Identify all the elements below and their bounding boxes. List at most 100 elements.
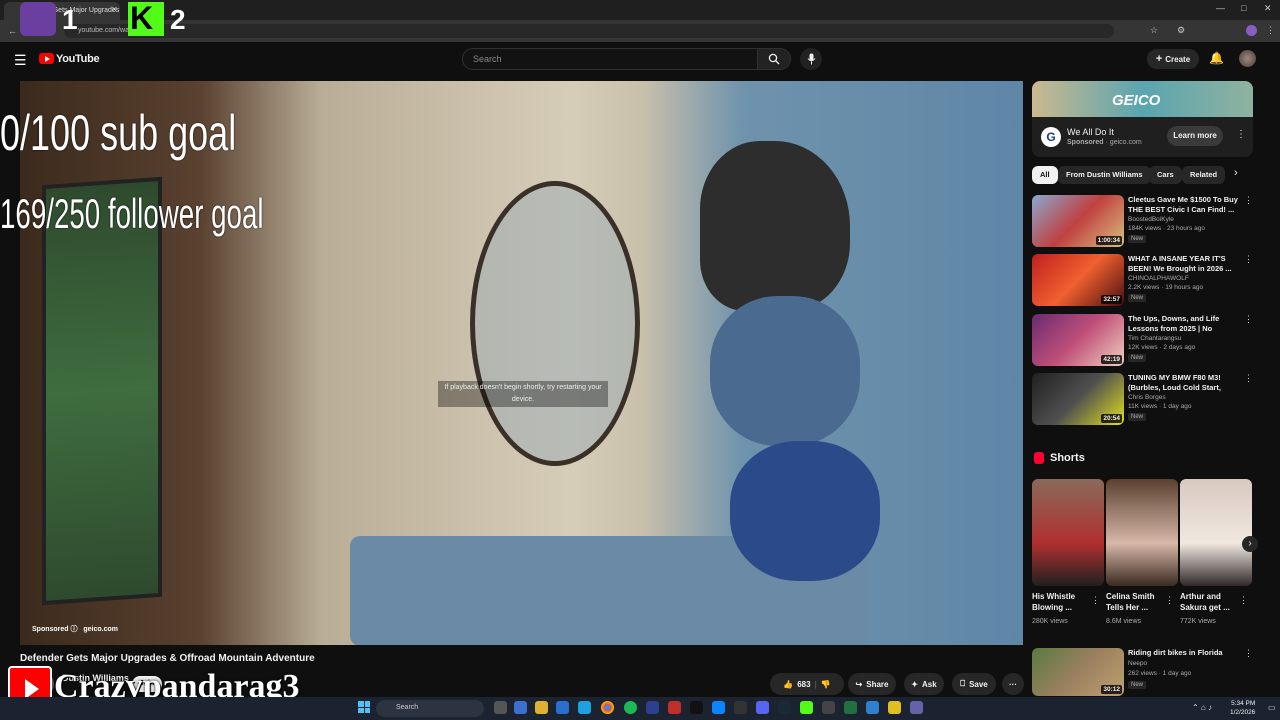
playback-hint: If playback doesn't begin shortly, try r…	[438, 381, 608, 407]
recommendation-item[interactable]: 30:12 Riding dirt bikes in Florida Neepo…	[1032, 648, 1253, 696]
chip-all[interactable]: All	[1032, 166, 1058, 184]
more-vertical-icon[interactable]: ⋮	[1244, 373, 1253, 384]
address-bar[interactable]: youtube.com/wat...	[64, 24, 1114, 38]
video-thumbnail[interactable]: 32:57	[1032, 254, 1124, 306]
steam-icon[interactable]	[778, 701, 791, 714]
more-vertical-icon[interactable]: ⋮	[1091, 595, 1100, 606]
short-thumbnail[interactable]	[1106, 479, 1178, 586]
ask-button[interactable]: ✦ Ask	[904, 673, 944, 695]
ad-subtitle: Sponsored · geico.com	[1067, 139, 1142, 146]
app-icon[interactable]	[888, 701, 901, 714]
chip-related[interactable]: Related	[1182, 166, 1226, 184]
hamburger-menu-icon[interactable]: ☰	[14, 52, 27, 69]
more-vertical-icon[interactable]: ⋮	[1239, 595, 1248, 606]
video-thumbnail[interactable]: 20:54	[1032, 373, 1124, 425]
voice-search-button[interactable]	[800, 48, 822, 70]
discord-icon[interactable]	[756, 701, 769, 714]
chrome-icon[interactable]	[601, 701, 614, 714]
thumbs-down-icon[interactable]: 👎	[821, 680, 831, 689]
window-close-button[interactable]: ✕	[1264, 3, 1272, 14]
app-icon[interactable]	[668, 701, 681, 714]
system-tray-icons[interactable]: ⌃ ⌂ ♪	[1192, 703, 1212, 712]
learn-more-button[interactable]: Learn more	[1167, 126, 1223, 146]
back-arrow-icon[interactable]: ←	[8, 26, 17, 36]
search-input[interactable]: Search	[462, 48, 758, 70]
recommendation-item[interactable]: 42:19 The Ups, Downs, and Life Lessons f…	[1032, 314, 1253, 366]
more-vertical-icon[interactable]: ⋮	[1244, 648, 1253, 659]
window-maximize-button[interactable]: □	[1241, 3, 1246, 13]
browser-menu-icon[interactable]: ⋮	[1266, 25, 1275, 36]
recommendation-channel[interactable]: Tim Chantarangsu	[1128, 335, 1181, 342]
account-avatar[interactable]	[1239, 50, 1256, 67]
spotify-icon[interactable]	[624, 701, 637, 714]
recommendation-item[interactable]: 1:00:34 Cleetus Gave Me $1500 To Buy THE…	[1032, 195, 1253, 247]
file-explorer-icon[interactable]	[535, 701, 548, 714]
teams-icon[interactable]	[910, 701, 923, 714]
sponsor-domain[interactable]: geico.com	[83, 626, 118, 633]
taskbar-search[interactable]: Search	[376, 700, 484, 717]
app-icon[interactable]	[514, 701, 527, 714]
recommendation-title[interactable]: Cleetus Gave Me $1500 To Buy THE BEST Ci…	[1128, 195, 1240, 215]
search-button[interactable]	[757, 48, 791, 70]
video-thumbnail[interactable]: 30:12	[1032, 648, 1124, 696]
edge-icon[interactable]	[578, 701, 591, 714]
recommendation-title[interactable]: TUNING MY BMW F80 M3! (Burbles, Loud Col…	[1128, 373, 1240, 393]
extensions-icon[interactable]: ⚙	[1177, 25, 1185, 36]
short-views: 772K views	[1180, 618, 1216, 625]
youtube-logo-text[interactable]: YouTube	[56, 53, 100, 65]
task-view-icon[interactable]	[494, 701, 507, 714]
save-button[interactable]: ⎕ Save	[952, 673, 996, 695]
short-thumbnail[interactable]	[1180, 479, 1252, 586]
ad-title[interactable]: We All Do It	[1067, 127, 1114, 137]
youtube-logo-icon[interactable]	[39, 53, 54, 64]
shorts-next-button[interactable]: ›	[1242, 536, 1258, 552]
ad-more-icon[interactable]: ⋮	[1236, 129, 1246, 140]
ad-logo[interactable]: G	[1041, 127, 1061, 147]
more-vertical-icon[interactable]: ⋮	[1244, 254, 1253, 265]
chevron-right-icon[interactable]: ›	[1234, 167, 1238, 179]
more-vertical-icon[interactable]: ⋮	[1244, 314, 1253, 325]
app-icon[interactable]	[844, 701, 857, 714]
notification-center-icon[interactable]: ▭	[1268, 703, 1276, 712]
short-title[interactable]: Arthur and Sakura get ...	[1180, 591, 1240, 613]
like-button[interactable]: 👍 683	[783, 680, 810, 689]
window-minimize-button[interactable]: —	[1216, 3, 1225, 13]
windows-start-icon[interactable]	[358, 701, 370, 713]
more-vertical-icon[interactable]: ⋮	[1165, 595, 1174, 606]
share-button[interactable]: ↪ Share	[848, 673, 896, 695]
tiktok-icon[interactable]	[690, 701, 703, 714]
video-thumbnail[interactable]: 1:00:34	[1032, 195, 1124, 247]
more-vertical-icon[interactable]: ⋮	[1244, 195, 1253, 206]
profile-avatar[interactable]	[1246, 25, 1257, 36]
short-title[interactable]: Celina Smith Tells Her ...	[1106, 591, 1166, 613]
tab-close-icon[interactable]: ✕	[111, 5, 118, 14]
app-icon[interactable]	[646, 701, 659, 714]
recommendation-channel[interactable]: BoostedBoiKyle	[1128, 216, 1174, 223]
recommendation-title[interactable]: The Ups, Downs, and Life Lessons from 20…	[1128, 314, 1240, 334]
recommendation-channel[interactable]: Chris Borges	[1128, 394, 1166, 401]
app-icon[interactable]	[866, 701, 879, 714]
recommendation-meta: 184K views · 23 hours ago	[1128, 225, 1205, 232]
notifications-bell-icon[interactable]: 🔔	[1209, 51, 1224, 65]
recommendation-item[interactable]: 20:54 TUNING MY BMW F80 M3! (Burbles, Lo…	[1032, 373, 1253, 425]
recommendation-channel[interactable]: CHINOALPHAWOLF	[1128, 275, 1189, 282]
app-icon[interactable]	[712, 701, 725, 714]
info-icon[interactable]: ⓘ	[71, 626, 78, 633]
store-icon[interactable]	[556, 701, 569, 714]
recommendation-channel[interactable]: Neepo	[1128, 660, 1147, 667]
short-title[interactable]: His Whistle Blowing ...	[1032, 591, 1092, 613]
recommendation-title[interactable]: WHAT A INSANE YEAR IT'S BEEN! We Brought…	[1128, 254, 1240, 274]
video-player[interactable]: If playback doesn't begin shortly, try r…	[20, 81, 1023, 645]
more-actions-button[interactable]: ···	[1002, 673, 1024, 695]
taskbar-clock[interactable]: 5:34 PM 1/2/2026	[1230, 699, 1255, 717]
short-thumbnail[interactable]	[1032, 479, 1104, 586]
kick-icon[interactable]	[800, 701, 813, 714]
create-button[interactable]: + Create	[1147, 49, 1199, 69]
app-icon[interactable]	[734, 701, 747, 714]
chip-from-channel[interactable]: From Dustin Williams	[1058, 166, 1151, 184]
app-icon[interactable]	[822, 701, 835, 714]
bookmark-star-icon[interactable]: ☆	[1150, 25, 1158, 36]
recommendation-item[interactable]: 32:57 WHAT A INSANE YEAR IT'S BEEN! We B…	[1032, 254, 1253, 306]
video-thumbnail[interactable]: 42:19	[1032, 314, 1124, 366]
chip-cars[interactable]: Cars	[1149, 166, 1182, 184]
